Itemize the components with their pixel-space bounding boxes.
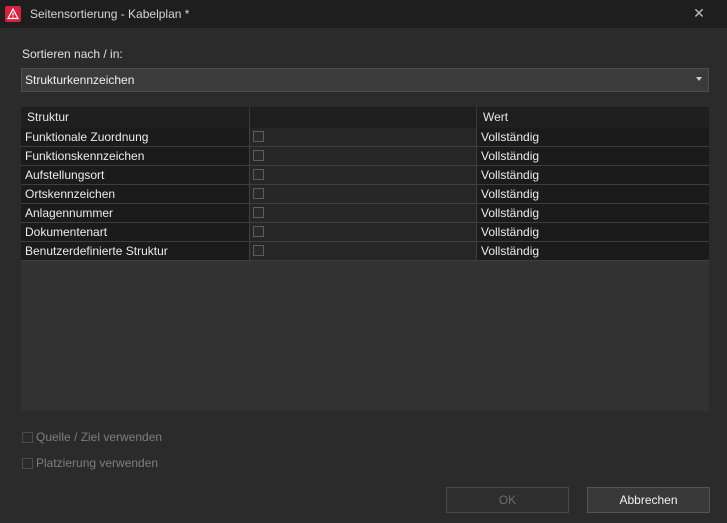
placement-label: Platzierung verwenden: [36, 456, 159, 470]
row-checkbox[interactable]: [253, 169, 264, 180]
cell-struktur: Dokumentenart: [21, 223, 250, 241]
cell-struktur: Aufstellungsort: [21, 166, 250, 184]
row-checkbox[interactable]: [253, 188, 264, 199]
table-row[interactable]: Ortskennzeichen Vollständig: [21, 185, 709, 204]
chevron-down-icon[interactable]: [696, 77, 702, 81]
row-checkbox[interactable]: [253, 150, 264, 161]
table-header: Struktur Wert: [21, 107, 709, 128]
cell-checkbox: [250, 204, 477, 222]
table-row[interactable]: Funktionale Zuordnung Vollständig: [21, 128, 709, 147]
placement-option[interactable]: Platzierung verwenden: [22, 456, 158, 470]
cell-checkbox: [250, 242, 477, 260]
title-bar: Seitensortierung - Kabelplan * ✕: [0, 0, 727, 28]
cell-wert[interactable]: Vollständig: [477, 204, 709, 222]
cell-wert[interactable]: Vollständig: [477, 223, 709, 241]
cell-checkbox: [250, 147, 477, 165]
cell-checkbox: [250, 223, 477, 241]
column-header-wert[interactable]: Wert: [477, 107, 709, 128]
cell-wert[interactable]: Vollständig: [477, 147, 709, 165]
placement-checkbox[interactable]: [22, 457, 33, 469]
cell-struktur: Benutzerdefinierte Struktur: [21, 242, 250, 260]
table-row[interactable]: Benutzerdefinierte Struktur Vollständig: [21, 242, 709, 261]
source-target-option[interactable]: Quelle / Ziel verwenden: [22, 430, 162, 444]
table-body: Funktionale Zuordnung Vollständig Funkti…: [21, 128, 709, 261]
cell-wert[interactable]: Vollständig: [477, 185, 709, 203]
source-target-checkbox[interactable]: [22, 431, 33, 443]
sort-by-selected-value: Strukturkennzeichen: [25, 73, 135, 87]
cell-struktur: Funktionale Zuordnung: [21, 128, 250, 146]
cell-struktur: Anlagennummer: [21, 204, 250, 222]
cell-struktur: Ortskennzeichen: [21, 185, 250, 203]
cell-checkbox: [250, 128, 477, 146]
table-row[interactable]: Aufstellungsort Vollständig: [21, 166, 709, 185]
table-row[interactable]: Funktionskennzeichen Vollständig: [21, 147, 709, 166]
row-checkbox[interactable]: [253, 245, 264, 256]
cell-wert[interactable]: Vollständig: [477, 128, 709, 146]
app-warning-icon: [5, 6, 21, 22]
cancel-button[interactable]: Abbrechen: [587, 487, 710, 513]
row-checkbox[interactable]: [253, 131, 264, 142]
cell-wert[interactable]: Vollständig: [477, 166, 709, 184]
window-title: Seitensortierung - Kabelplan *: [30, 7, 190, 21]
ok-button[interactable]: OK: [446, 487, 569, 513]
sort-by-label: Sortieren nach / in:: [22, 47, 123, 61]
close-icon[interactable]: ✕: [691, 3, 707, 23]
row-checkbox[interactable]: [253, 226, 264, 237]
column-header-checkbox[interactable]: [250, 107, 477, 128]
cell-checkbox: [250, 185, 477, 203]
structure-table: Struktur Wert Funktionale Zuordnung Voll…: [21, 107, 709, 411]
sort-by-dropdown[interactable]: Strukturkennzeichen: [21, 68, 709, 92]
table-row[interactable]: Dokumentenart Vollständig: [21, 223, 709, 242]
table-row[interactable]: Anlagennummer Vollständig: [21, 204, 709, 223]
row-checkbox[interactable]: [253, 207, 264, 218]
column-header-struktur[interactable]: Struktur: [21, 107, 250, 128]
source-target-label: Quelle / Ziel verwenden: [36, 430, 163, 444]
cell-struktur: Funktionskennzeichen: [21, 147, 250, 165]
cell-checkbox: [250, 166, 477, 184]
cell-wert[interactable]: Vollständig: [477, 242, 709, 260]
